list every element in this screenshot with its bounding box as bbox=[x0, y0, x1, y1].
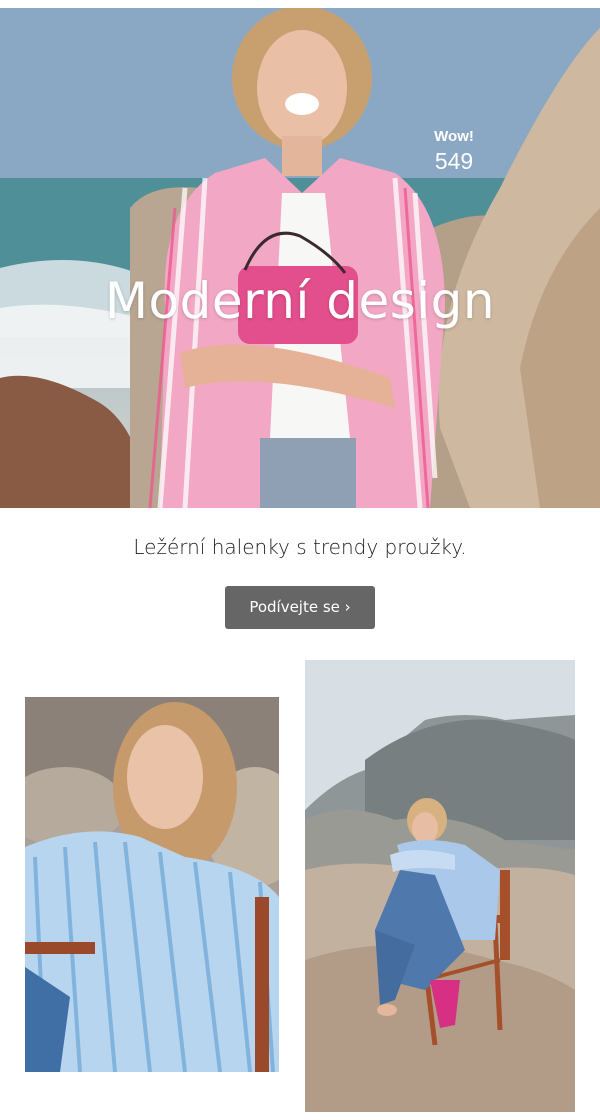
likes-badge-label: Wow! bbox=[434, 128, 474, 145]
photo-right[interactable] bbox=[305, 660, 575, 1112]
likes-badge-count: 549 bbox=[434, 148, 474, 174]
photo-left[interactable] bbox=[25, 697, 279, 1072]
photo-right-image bbox=[305, 660, 575, 1112]
hero-title: Moderní design bbox=[104, 272, 496, 330]
photo-left-image bbox=[25, 697, 279, 1072]
hero-banner[interactable]: Wow! 549 Moderní design bbox=[0, 8, 600, 508]
view-button[interactable]: Podívejte se › bbox=[225, 586, 375, 629]
hero-photo bbox=[0, 8, 600, 508]
tagline: Ležérní halenky s trendy proužky. bbox=[133, 535, 467, 559]
likes-badge[interactable]: Wow! 549 bbox=[424, 128, 484, 176]
